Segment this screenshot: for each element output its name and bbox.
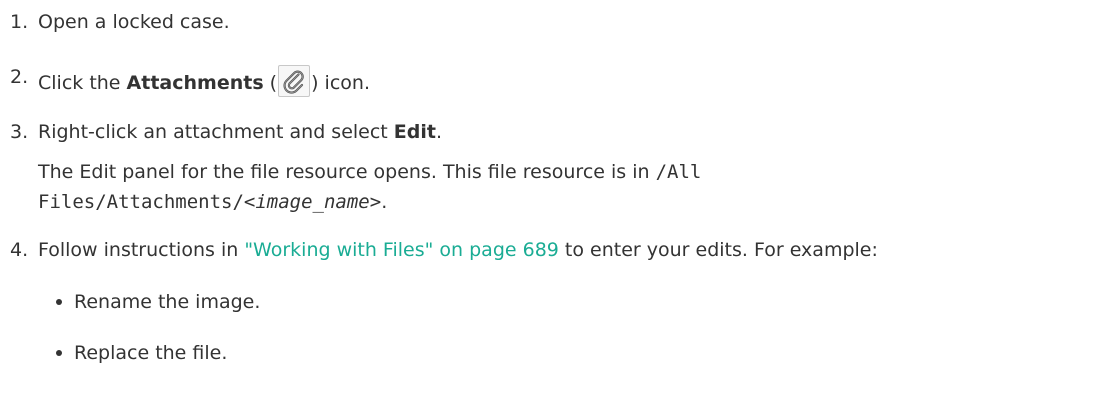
attachments-label: Attachments	[126, 72, 264, 94]
step-2-text-after: ) icon.	[311, 72, 370, 94]
step-4-line: Follow instructions in "Working with Fil…	[38, 238, 878, 262]
step-3-note-line-2: Files/Attachments/<image_name>.	[38, 190, 387, 214]
path-code-end: >	[369, 191, 382, 213]
step-3-number: 3.	[10, 121, 29, 143]
step-3-text-after: .	[435, 121, 443, 143]
bullet-item-rename: Rename the image.	[74, 291, 261, 313]
edit-label: Edit	[393, 121, 436, 143]
step-3-note-line-1: The Edit panel for the file resource ope…	[38, 160, 701, 184]
path-code-start: /All	[655, 161, 702, 183]
bullet-item-replace: Replace the file.	[74, 342, 228, 364]
procedure-document: 1. Open a locked case. 2. Click the Atta…	[0, 0, 1100, 406]
step-4-text-before: Follow instructions in	[38, 239, 245, 261]
step-4-text-after: to enter your edits. For example:	[558, 239, 878, 261]
step-3-note-text: The Edit panel for the file resource ope…	[38, 161, 656, 183]
step-4-number: 4.	[10, 239, 29, 261]
step-2-text-before: Click the	[38, 72, 127, 94]
bullet-dot	[56, 299, 62, 305]
step-1-number: 1.	[10, 11, 29, 33]
image-name-placeholder: image_name	[255, 191, 370, 213]
path-code-middle: Files/Attachments/<	[38, 191, 256, 213]
paperclip-icon	[278, 65, 311, 97]
step-3-text-before: Right-click an attachment and select	[38, 121, 394, 143]
step-2-number: 2.	[10, 66, 29, 88]
step-2-line: Click the Attachments ( ) icon.	[38, 65, 370, 97]
step-3-line: Right-click an attachment and select Edi…	[38, 120, 442, 144]
working-with-files-link[interactable]: "Working with Files" on page 689	[244, 239, 559, 261]
step-2-open-paren: (	[263, 72, 278, 94]
bullet-dot	[56, 350, 62, 356]
step-1-text: Open a locked case.	[38, 11, 230, 33]
step-3-note-period: .	[381, 191, 388, 213]
